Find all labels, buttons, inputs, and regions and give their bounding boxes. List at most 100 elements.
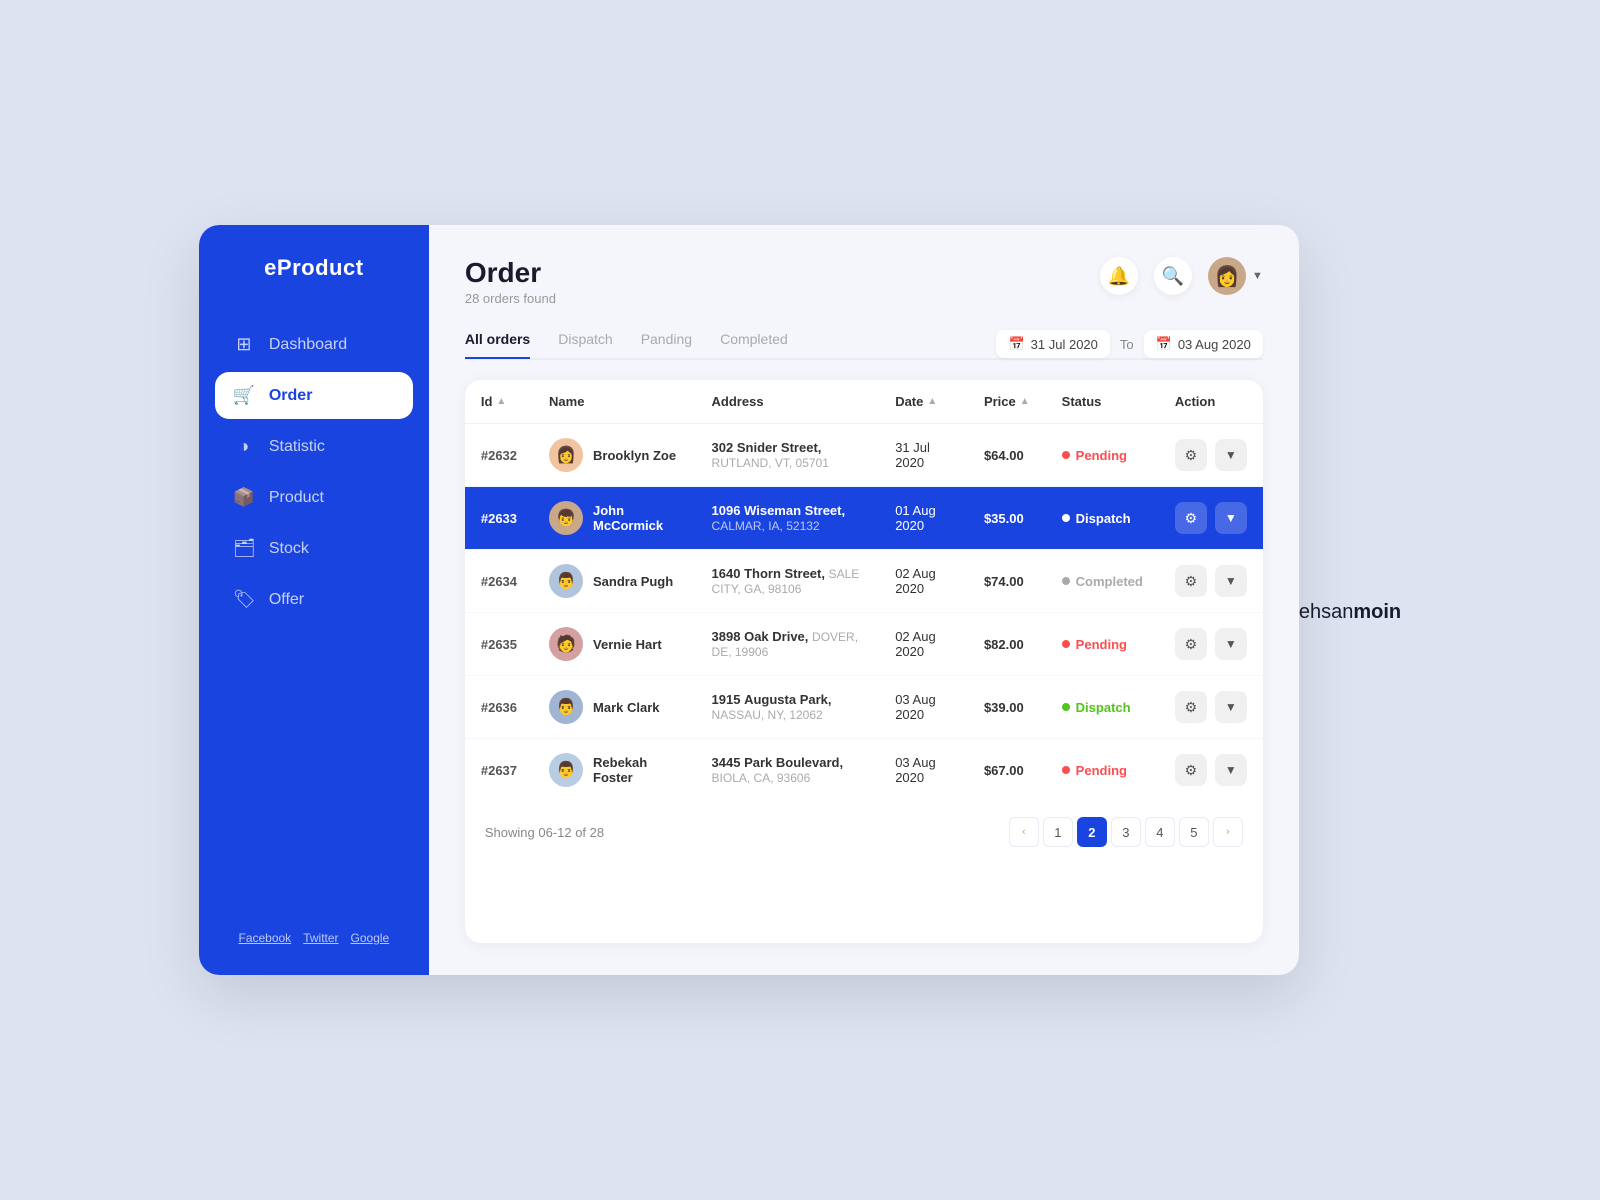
- action-cell: ⚙ ▼: [1159, 739, 1263, 802]
- sort-label-date[interactable]: Date ▲: [895, 394, 937, 409]
- page-subtitle: 28 orders found: [465, 291, 556, 306]
- date-cell: 03 Aug 2020: [879, 676, 968, 739]
- customer-name: Vernie Hart: [593, 637, 662, 652]
- col-header-id[interactable]: Id ▲: [465, 380, 533, 424]
- table-header-row: Id ▲NameAddressDate ▲Price ▲StatusAction: [465, 380, 1263, 424]
- customer-name: Brooklyn Zoe: [593, 448, 676, 463]
- date-from-badge[interactable]: 📅 31 Jul 2020: [996, 330, 1109, 358]
- customer-name: Mark Clark: [593, 700, 659, 715]
- sidebar-item-stock[interactable]: 🗂 Stock: [215, 525, 413, 572]
- customer-cell: 👨 Sandra Pugh: [533, 550, 696, 613]
- notification-button[interactable]: 🔔: [1100, 257, 1138, 295]
- address-street: Park Boulevard,: [744, 755, 843, 770]
- price-cell: $35.00: [968, 487, 1046, 550]
- sort-label-id[interactable]: Id ▲: [481, 394, 506, 409]
- gear-button[interactable]: ⚙: [1175, 439, 1207, 471]
- brand-light: ehsan: [1299, 601, 1354, 623]
- expand-button[interactable]: ▼: [1215, 565, 1247, 597]
- gear-button[interactable]: ⚙: [1175, 754, 1207, 786]
- col-header-date[interactable]: Date ▲: [879, 380, 968, 424]
- sort-label-price[interactable]: Price ▲: [984, 394, 1030, 409]
- brand-bold: moin: [1353, 601, 1401, 623]
- table-row: #2636 👨 Mark Clark 1915 Augusta Park, NA…: [465, 676, 1263, 739]
- page-btn-3[interactable]: 3: [1111, 817, 1141, 847]
- gear-button[interactable]: ⚙: [1175, 691, 1207, 723]
- sidebar-item-statistic[interactable]: ◑ Statistic: [215, 423, 413, 470]
- pagination-row: Showing 06-12 of 28 ‹12345›: [465, 801, 1263, 857]
- customer-name: Rebekah Foster: [593, 755, 680, 785]
- table-row: #2635 🧑 Vernie Hart 3898 Oak Drive, DOVE…: [465, 613, 1263, 676]
- sort-icon-id: ▲: [496, 396, 506, 407]
- brand-footer: ehsanmoin: [1299, 601, 1401, 624]
- status-dot: [1062, 640, 1070, 648]
- page-btn-5[interactable]: 5: [1179, 817, 1209, 847]
- footer-link-google[interactable]: Google: [351, 931, 390, 945]
- sort-icon-price: ▲: [1020, 396, 1030, 407]
- price-cell: $74.00: [968, 550, 1046, 613]
- expand-button[interactable]: ▼: [1215, 502, 1247, 534]
- address-city: NASSAU, NY, 12062: [712, 708, 823, 722]
- date-range-separator: To: [1120, 337, 1134, 352]
- avatar: 👩: [1208, 257, 1246, 295]
- address-number: 3898: [712, 629, 741, 644]
- pagination-prev[interactable]: ‹: [1009, 817, 1039, 847]
- price-cell: $67.00: [968, 739, 1046, 802]
- tab-completed[interactable]: Completed: [720, 331, 788, 359]
- footer-link-facebook[interactable]: Facebook: [238, 931, 291, 945]
- footer-link-twitter[interactable]: Twitter: [303, 931, 338, 945]
- date-to: 03 Aug 2020: [1178, 337, 1251, 352]
- sort-icon-date: ▲: [927, 396, 937, 407]
- sidebar-item-product[interactable]: 📦 Product: [215, 474, 413, 521]
- order-id-cell: #2637: [465, 739, 533, 802]
- pagination-next[interactable]: ›: [1213, 817, 1243, 847]
- customer-cell: 👨 Rebekah Foster: [533, 739, 696, 802]
- tab-dispatch[interactable]: Dispatch: [558, 331, 612, 359]
- sidebar-item-dashboard[interactable]: ⊞ Dashboard: [215, 321, 413, 368]
- status-dot: [1062, 703, 1070, 711]
- gear-button[interactable]: ⚙: [1175, 565, 1207, 597]
- tab-pending[interactable]: Panding: [641, 331, 692, 359]
- gear-button[interactable]: ⚙: [1175, 628, 1207, 660]
- address-city: CALMAR, IA, 52132: [712, 519, 820, 533]
- address-street: Augusta Park,: [744, 692, 831, 707]
- page-btn-4[interactable]: 4: [1145, 817, 1175, 847]
- action-cell: ⚙ ▼: [1159, 550, 1263, 613]
- address-cell: 3445 Park Boulevard, BIOLA, CA, 93606: [696, 739, 880, 802]
- date-to-badge[interactable]: 📅 03 Aug 2020: [1144, 330, 1263, 358]
- table-row: #2633 👦 John McCormick 1096 Wiseman Stre…: [465, 487, 1263, 550]
- status-dot: [1062, 451, 1070, 459]
- expand-button[interactable]: ▼: [1215, 439, 1247, 471]
- status-dot: [1062, 577, 1070, 585]
- date-cell: 03 Aug 2020: [879, 739, 968, 802]
- expand-button[interactable]: ▼: [1215, 754, 1247, 786]
- header-title-block: Order 28 orders found: [465, 257, 556, 306]
- user-avatar-button[interactable]: 👩 ▼: [1208, 257, 1263, 295]
- gear-button[interactable]: ⚙: [1175, 502, 1207, 534]
- address-number: 302: [712, 440, 734, 455]
- address-city: BIOLA, CA, 93606: [712, 771, 811, 785]
- customer-avatar: 👨: [549, 753, 583, 787]
- col-header-address: Address: [696, 380, 880, 424]
- calendar-icon-2: 📅: [1156, 336, 1172, 352]
- expand-button[interactable]: ▼: [1215, 628, 1247, 660]
- dashboard-icon: ⊞: [233, 334, 255, 355]
- status-text: Completed: [1076, 574, 1143, 589]
- page-btn-2[interactable]: 2: [1077, 817, 1107, 847]
- page-btn-1[interactable]: 1: [1043, 817, 1073, 847]
- chevron-down-icon: ▼: [1252, 270, 1263, 282]
- customer-cell: 🧑 Vernie Hart: [533, 613, 696, 676]
- sidebar-logo: eProduct: [199, 255, 429, 281]
- sidebar-item-offer[interactable]: 🏷 Offer: [215, 576, 413, 623]
- address-number: 1096: [712, 503, 741, 518]
- address-street: Snider Street,: [737, 440, 822, 455]
- search-button[interactable]: 🔍: [1154, 257, 1192, 295]
- expand-button[interactable]: ▼: [1215, 691, 1247, 723]
- tab-all[interactable]: All orders: [465, 331, 530, 359]
- table-body: #2632 👩 Brooklyn Zoe 302 Snider Street, …: [465, 424, 1263, 802]
- sidebar-item-order[interactable]: 🛒 Order: [215, 372, 413, 419]
- action-cell: ⚙ ▼: [1159, 424, 1263, 487]
- col-header-price[interactable]: Price ▲: [968, 380, 1046, 424]
- action-cell: ⚙ ▼: [1159, 613, 1263, 676]
- notification-icon: 🔔: [1108, 266, 1130, 287]
- status-text: Pending: [1076, 763, 1127, 778]
